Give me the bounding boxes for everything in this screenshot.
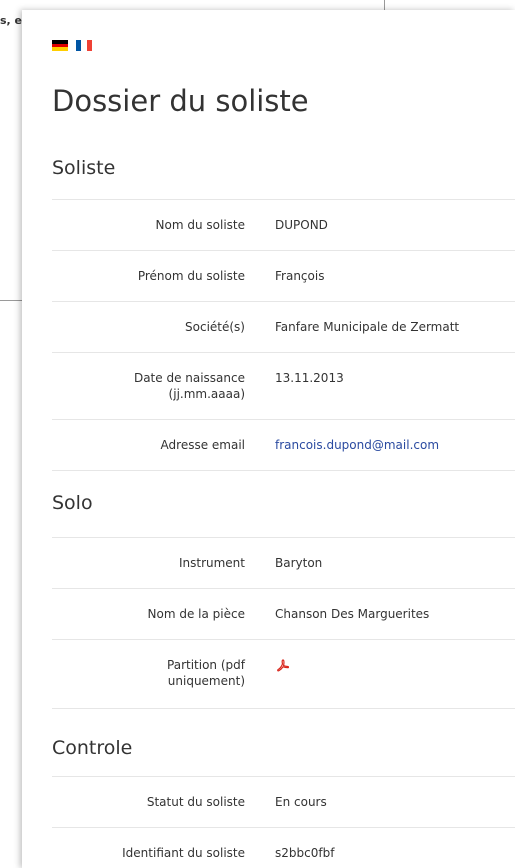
background-text-fragment: s, e	[0, 14, 23, 27]
field-row-partition: Partition (pdf uniquement)	[52, 639, 515, 709]
pdf-file-icon[interactable]	[277, 657, 290, 676]
language-switcher	[52, 40, 92, 52]
field-label: Instrument	[178, 556, 245, 570]
field-row-nom: Nom du soliste DUPOND	[52, 199, 515, 250]
page-title: Dossier du soliste	[52, 84, 309, 118]
field-label: Prénom du soliste	[137, 269, 245, 283]
field-value-statut: En cours	[275, 795, 327, 809]
field-value-date-naissance: 13.11.2013	[275, 371, 344, 385]
field-row-prenom: Prénom du soliste François	[52, 250, 515, 301]
field-value-nom: DUPOND	[275, 218, 328, 232]
field-row-statut: Statut du soliste En cours	[52, 776, 515, 827]
field-row-email: Adresse email francois.dupond@mail.com	[52, 419, 515, 471]
flag-de-icon[interactable]	[52, 40, 68, 52]
field-value-prenom: François	[275, 269, 325, 283]
field-row-societe: Société(s) Fanfare Municipale de Zermatt	[52, 301, 515, 352]
flag-fr-icon[interactable]	[76, 40, 92, 51]
background-divider-vertical	[384, 0, 385, 10]
field-value-instrument: Baryton	[275, 556, 323, 570]
background-divider	[0, 300, 22, 301]
field-label: Nom de la pièce	[147, 607, 245, 621]
field-value-societe: Fanfare Municipale de Zermatt	[275, 320, 460, 334]
field-row-identifiant: Identifiant du soliste s2bbc0fbf	[52, 827, 515, 868]
field-row-date-naissance: Date de naissance (jj.mm.aaaa) 13.11.201…	[52, 352, 515, 419]
email-link[interactable]: francois.dupond@mail.com	[275, 437, 439, 453]
field-label: Statut du soliste	[146, 795, 245, 809]
field-label: Identifiant du soliste	[122, 846, 245, 860]
field-label: Partition (pdf uniquement)	[167, 658, 245, 688]
field-label: Nom du soliste	[155, 218, 245, 232]
field-value-piece: Chanson Des Marguerites	[275, 607, 430, 621]
section-title-solo: Solo	[52, 492, 93, 514]
field-label: Date de naissance (jj.mm.aaaa)	[133, 371, 245, 401]
field-label: Société(s)	[185, 320, 245, 334]
soloist-dossier-panel: Dossier du soliste Soliste Nom du solist…	[22, 10, 515, 868]
field-label: Adresse email	[160, 438, 245, 452]
section-title-soliste: Soliste	[52, 157, 116, 179]
field-row-piece: Nom de la pièce Chanson Des Marguerites	[52, 588, 515, 639]
field-value-identifiant: s2bbc0fbf	[275, 846, 335, 860]
section-title-controle: Controle	[52, 737, 133, 759]
field-row-instrument: Instrument Baryton	[52, 537, 515, 588]
